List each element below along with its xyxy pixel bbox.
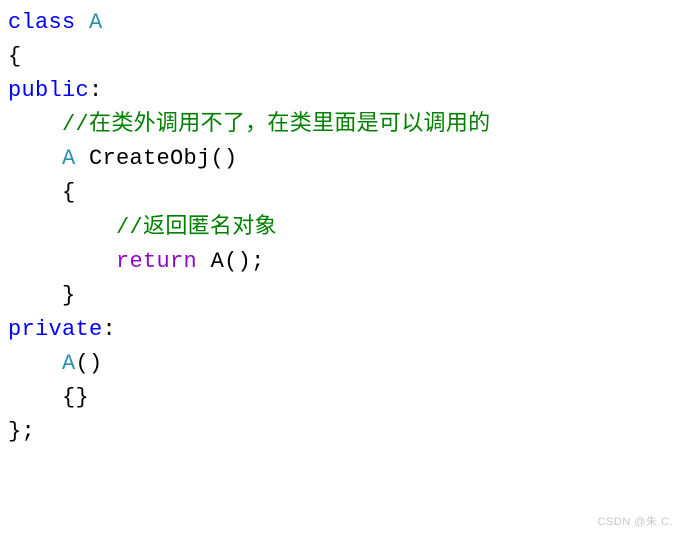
constructor-call: A(); bbox=[211, 249, 265, 274]
colon: : bbox=[89, 78, 103, 103]
code-line: return A(); bbox=[8, 245, 671, 279]
code-line: public: bbox=[8, 74, 671, 108]
keyword-return: return bbox=[116, 249, 197, 274]
parens: () bbox=[76, 351, 103, 376]
brace-open: { bbox=[8, 44, 22, 69]
comment-line: //在类外调用不了，在类里面是可以调用的 bbox=[8, 112, 490, 137]
parens: () bbox=[211, 146, 238, 171]
constructor-name: A bbox=[8, 351, 76, 376]
code-line: //在类外调用不了，在类里面是可以调用的 bbox=[8, 108, 671, 142]
code-line: {} bbox=[8, 381, 671, 415]
keyword-class: class bbox=[8, 10, 76, 35]
code-line: { bbox=[8, 40, 671, 74]
keyword-public: public bbox=[8, 78, 89, 103]
brace-open: { bbox=[8, 180, 76, 205]
code-line: } bbox=[8, 279, 671, 313]
watermark: CSDN @朱 C. bbox=[598, 514, 673, 531]
brace-close: } bbox=[8, 283, 76, 308]
class-end: }; bbox=[8, 419, 35, 444]
comment-line: //返回匿名对象 bbox=[8, 215, 277, 240]
function-name: CreateObj bbox=[76, 146, 211, 171]
type-name: A bbox=[76, 10, 103, 35]
empty-body: {} bbox=[8, 385, 89, 410]
code-line: A() bbox=[8, 347, 671, 381]
colon: : bbox=[103, 317, 117, 342]
code-block: class A { public: //在类外调用不了，在类里面是可以调用的 A… bbox=[8, 6, 671, 449]
code-line: private: bbox=[8, 313, 671, 347]
code-line: //返回匿名对象 bbox=[8, 211, 671, 245]
code-line: A CreateObj() bbox=[8, 142, 671, 176]
code-line: class A bbox=[8, 6, 671, 40]
indent bbox=[8, 249, 116, 274]
return-type: A bbox=[8, 146, 76, 171]
keyword-private: private bbox=[8, 317, 103, 342]
code-line: }; bbox=[8, 415, 671, 449]
space bbox=[197, 249, 211, 274]
code-line: { bbox=[8, 176, 671, 210]
